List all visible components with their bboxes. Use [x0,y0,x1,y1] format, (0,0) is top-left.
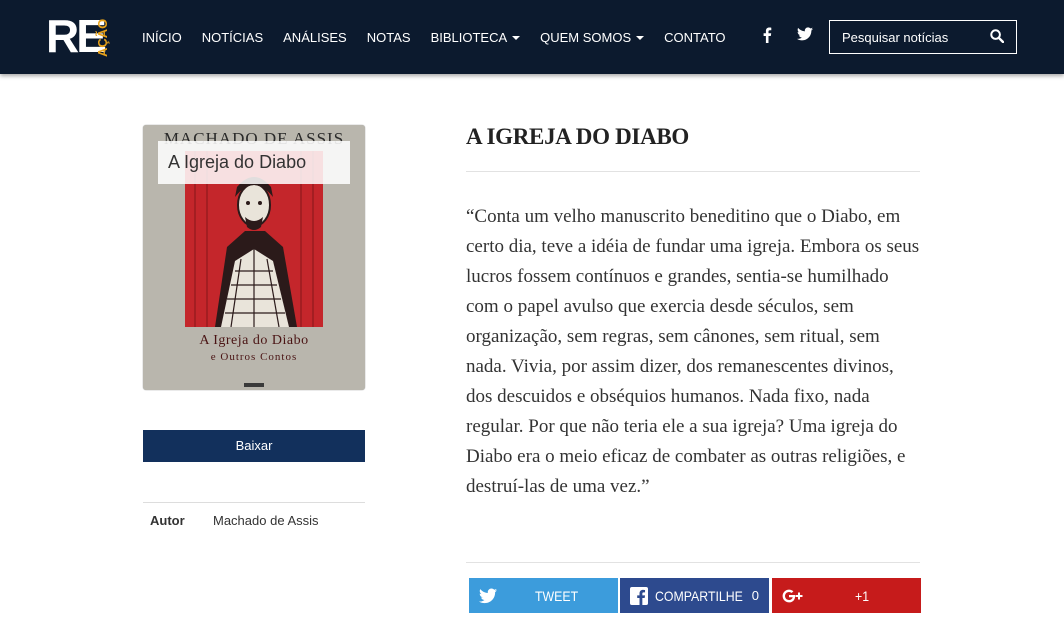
nav-item-noticias[interactable]: NOTÍCIAS [202,30,263,45]
nav-label: CONTATO [664,29,726,45]
nav-item-contato[interactable]: CONTATO [664,30,725,45]
facebook-icon[interactable] [762,27,772,48]
nav-label: QUEM SOMOS [540,29,632,45]
top-navbar: RE AÇÃO INÍCIO NOTÍCIAS ANÁLISES NOTAS B… [0,0,1064,74]
cover-title: A Igreja do Diabo [199,333,309,348]
search-box [829,20,1017,54]
nav-label: INÍCIO [142,29,182,45]
logo-accent-text: AÇÃO [95,18,110,58]
book-excerpt: “Conta um velho manuscrito beneditino qu… [466,206,920,497]
author-value: Machado de Assis [213,513,319,528]
page-title: A IGREJA DO DIABO [466,124,690,149]
facebook-share-button[interactable]: COMPARTILHE 0 [620,578,769,613]
google-plus-icon [782,589,803,603]
nav-item-notas[interactable]: NOTAS [367,30,411,45]
google-plus-button[interactable]: +1 [772,578,921,613]
caret-down-icon [636,35,645,40]
facebook-share-count: 0 [751,588,759,603]
google-plus-label: +1 [855,588,870,604]
facebook-icon [630,587,648,605]
nav-label: NOTÍCIAS [201,29,264,45]
cover-caption: A Igreja do Diabo [158,141,350,184]
twitter-icon[interactable] [797,27,813,46]
nav-item-quem-somos[interactable]: QUEM SOMOS [540,29,645,45]
author-key: Autor [150,513,185,528]
nav-item-inicio[interactable]: INÍCIO [142,30,182,45]
nav-label: BIBLIOTECA [430,29,508,45]
search-button[interactable] [988,28,1006,46]
nav-item-biblioteca[interactable]: BIBLIOTECA [431,30,521,45]
nav-item-analises[interactable]: ANÁLISES [283,30,347,45]
site-logo[interactable]: RE AÇÃO [46,10,116,62]
share-divider [466,562,920,563]
tweet-label: TWEET [535,588,579,604]
search-icon [990,28,1005,43]
nav-label: NOTAS [366,29,411,45]
publisher-logo [244,383,264,387]
title-divider [466,171,920,172]
tweet-button[interactable]: TWEET [469,578,618,613]
twitter-icon [479,588,497,604]
facebook-share-label: COMPARTILHE [655,588,743,604]
cover-subtitle: e Outros Contos [210,351,298,363]
nav-label: ANÁLISES [283,29,347,45]
main-nav: INÍCIO NOTÍCIAS ANÁLISES NOTAS BIBLIOTEC… [142,0,746,74]
search-input[interactable] [830,21,980,53]
download-button[interactable]: Baixar [143,430,365,462]
caret-down-icon [512,35,521,40]
meta-divider [143,502,365,503]
